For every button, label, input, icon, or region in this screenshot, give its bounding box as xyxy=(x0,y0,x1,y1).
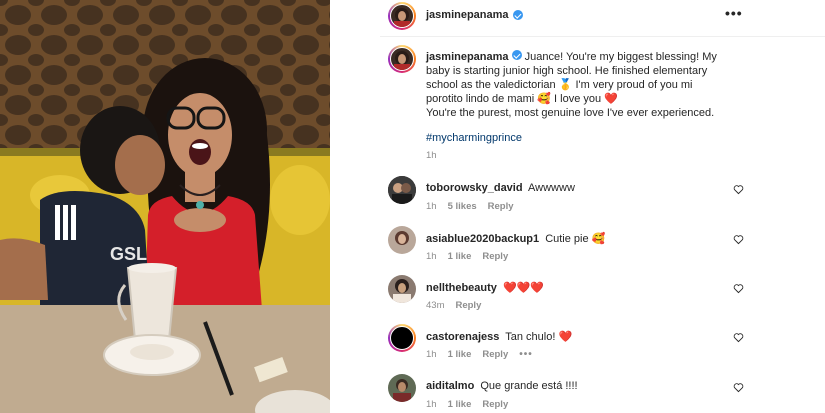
comment-time[interactable]: 1h xyxy=(426,201,437,212)
like-heart-icon[interactable] xyxy=(733,184,744,195)
comment-username[interactable]: nellthebeauty xyxy=(426,282,497,294)
caption-text-line2: You're the purest, most genuine love I'v… xyxy=(426,107,715,119)
like-heart-icon[interactable] xyxy=(733,234,744,245)
comment-reply-button[interactable]: Reply xyxy=(482,349,508,360)
more-options-icon[interactable]: ••• xyxy=(725,5,743,21)
comment-item: nellthebeauty ❤️❤️❤️ 43m Reply xyxy=(388,275,818,321)
comment-avatar[interactable] xyxy=(388,324,416,352)
comment-reply-button[interactable]: Reply xyxy=(488,201,514,212)
post-header: jasminepanama ••• xyxy=(330,0,825,34)
comment-text: Awwwww xyxy=(528,182,575,194)
comment-avatar[interactable] xyxy=(388,275,416,303)
verified-badge-icon xyxy=(512,10,523,20)
comment-time[interactable]: 1h xyxy=(426,251,437,262)
comment-item: castorenajess Tan chulo! ❤️ 1h 1 like Re… xyxy=(388,324,818,370)
photo-illustration: GSL xyxy=(0,0,330,413)
author-username-row[interactable]: jasminepanama xyxy=(426,9,523,21)
author-avatar[interactable] xyxy=(388,2,416,30)
comment-username[interactable]: aiditalmo xyxy=(426,380,474,392)
comment-text: ❤️❤️❤️ xyxy=(502,282,545,294)
comment-avatar[interactable] xyxy=(388,176,416,204)
comment-username[interactable]: asiablue2020backup1 xyxy=(426,233,539,245)
comment-time[interactable]: 1h xyxy=(426,349,437,360)
comment-item: asiablue2020backup1 Cutie pie 🥰 1h 1 lik… xyxy=(388,226,818,272)
comment-item: aiditalmo Que grande está !!!! 1h 1 like… xyxy=(388,374,818,413)
comment-likes[interactable]: 1 like xyxy=(448,251,472,262)
caption-hashtag[interactable]: #mycharmingprince xyxy=(426,131,726,145)
caption-verified-badge-icon xyxy=(511,50,522,60)
comment-item: toborowsky_david Awwwww 1h 5 likes Reply xyxy=(388,176,818,222)
comment-time[interactable]: 43m xyxy=(426,300,444,311)
comment-reply-button[interactable]: Reply xyxy=(482,399,508,410)
comment-time[interactable]: 1h xyxy=(426,399,437,410)
post-details-panel: jasminepanama ••• jasminepanama Juance! … xyxy=(330,0,825,413)
comment-avatar[interactable] xyxy=(388,226,416,254)
post-photo[interactable]: GSL xyxy=(0,0,330,413)
comment-text: Cutie pie 🥰 xyxy=(545,233,606,245)
caption-timestamp[interactable]: 1h xyxy=(426,149,726,163)
svg-text:GSL: GSL xyxy=(110,244,147,264)
comment-username[interactable]: toborowsky_david xyxy=(426,182,523,194)
like-heart-icon[interactable] xyxy=(733,382,744,393)
comment-text: Que grande está !!!! xyxy=(480,380,578,392)
caption-username[interactable]: jasminepanama xyxy=(426,51,509,63)
comment-username[interactable]: castorenajess xyxy=(426,331,499,343)
header-divider xyxy=(380,36,825,37)
author-username[interactable]: jasminepanama xyxy=(426,9,509,21)
comment-avatar[interactable] xyxy=(388,374,416,402)
comment-likes[interactable]: 5 likes xyxy=(448,201,477,212)
post-caption: jasminepanama Juance! You're my biggest … xyxy=(426,50,726,163)
comment-likes[interactable]: 1 like xyxy=(448,399,472,410)
comment-likes[interactable]: 1 like xyxy=(448,349,472,360)
like-heart-icon[interactable] xyxy=(733,332,744,343)
comment-reply-button[interactable]: Reply xyxy=(455,300,481,311)
like-heart-icon[interactable] xyxy=(733,283,744,294)
comment-text: Tan chulo! ❤️ xyxy=(505,331,573,343)
comment-more-icon[interactable]: ••• xyxy=(519,349,533,360)
caption-author-avatar[interactable] xyxy=(388,45,416,73)
comment-reply-button[interactable]: Reply xyxy=(482,251,508,262)
